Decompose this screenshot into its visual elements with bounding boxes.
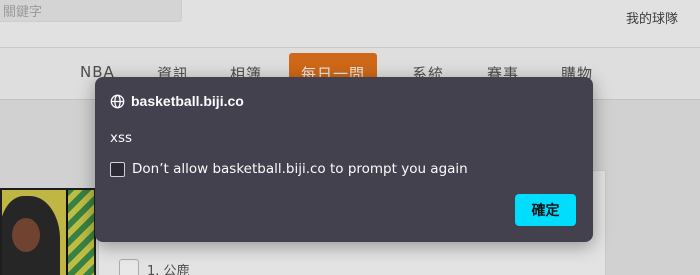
suppress-prompts-checkbox[interactable] <box>110 161 125 177</box>
dialog-message: xss <box>110 130 133 146</box>
dialog-header: basketball.biji.co <box>110 93 244 109</box>
suppress-prompts-label: Don’t allow basketball.biji.co to prompt… <box>132 161 468 177</box>
dialog-origin: basketball.biji.co <box>131 93 244 109</box>
suppress-prompts-option[interactable]: Don’t allow basketball.biji.co to prompt… <box>110 161 468 177</box>
ok-button[interactable]: 確定 <box>515 194 576 226</box>
prompt-dialog: basketball.biji.co xss Don’t allow baske… <box>95 77 593 242</box>
globe-icon <box>110 94 125 109</box>
